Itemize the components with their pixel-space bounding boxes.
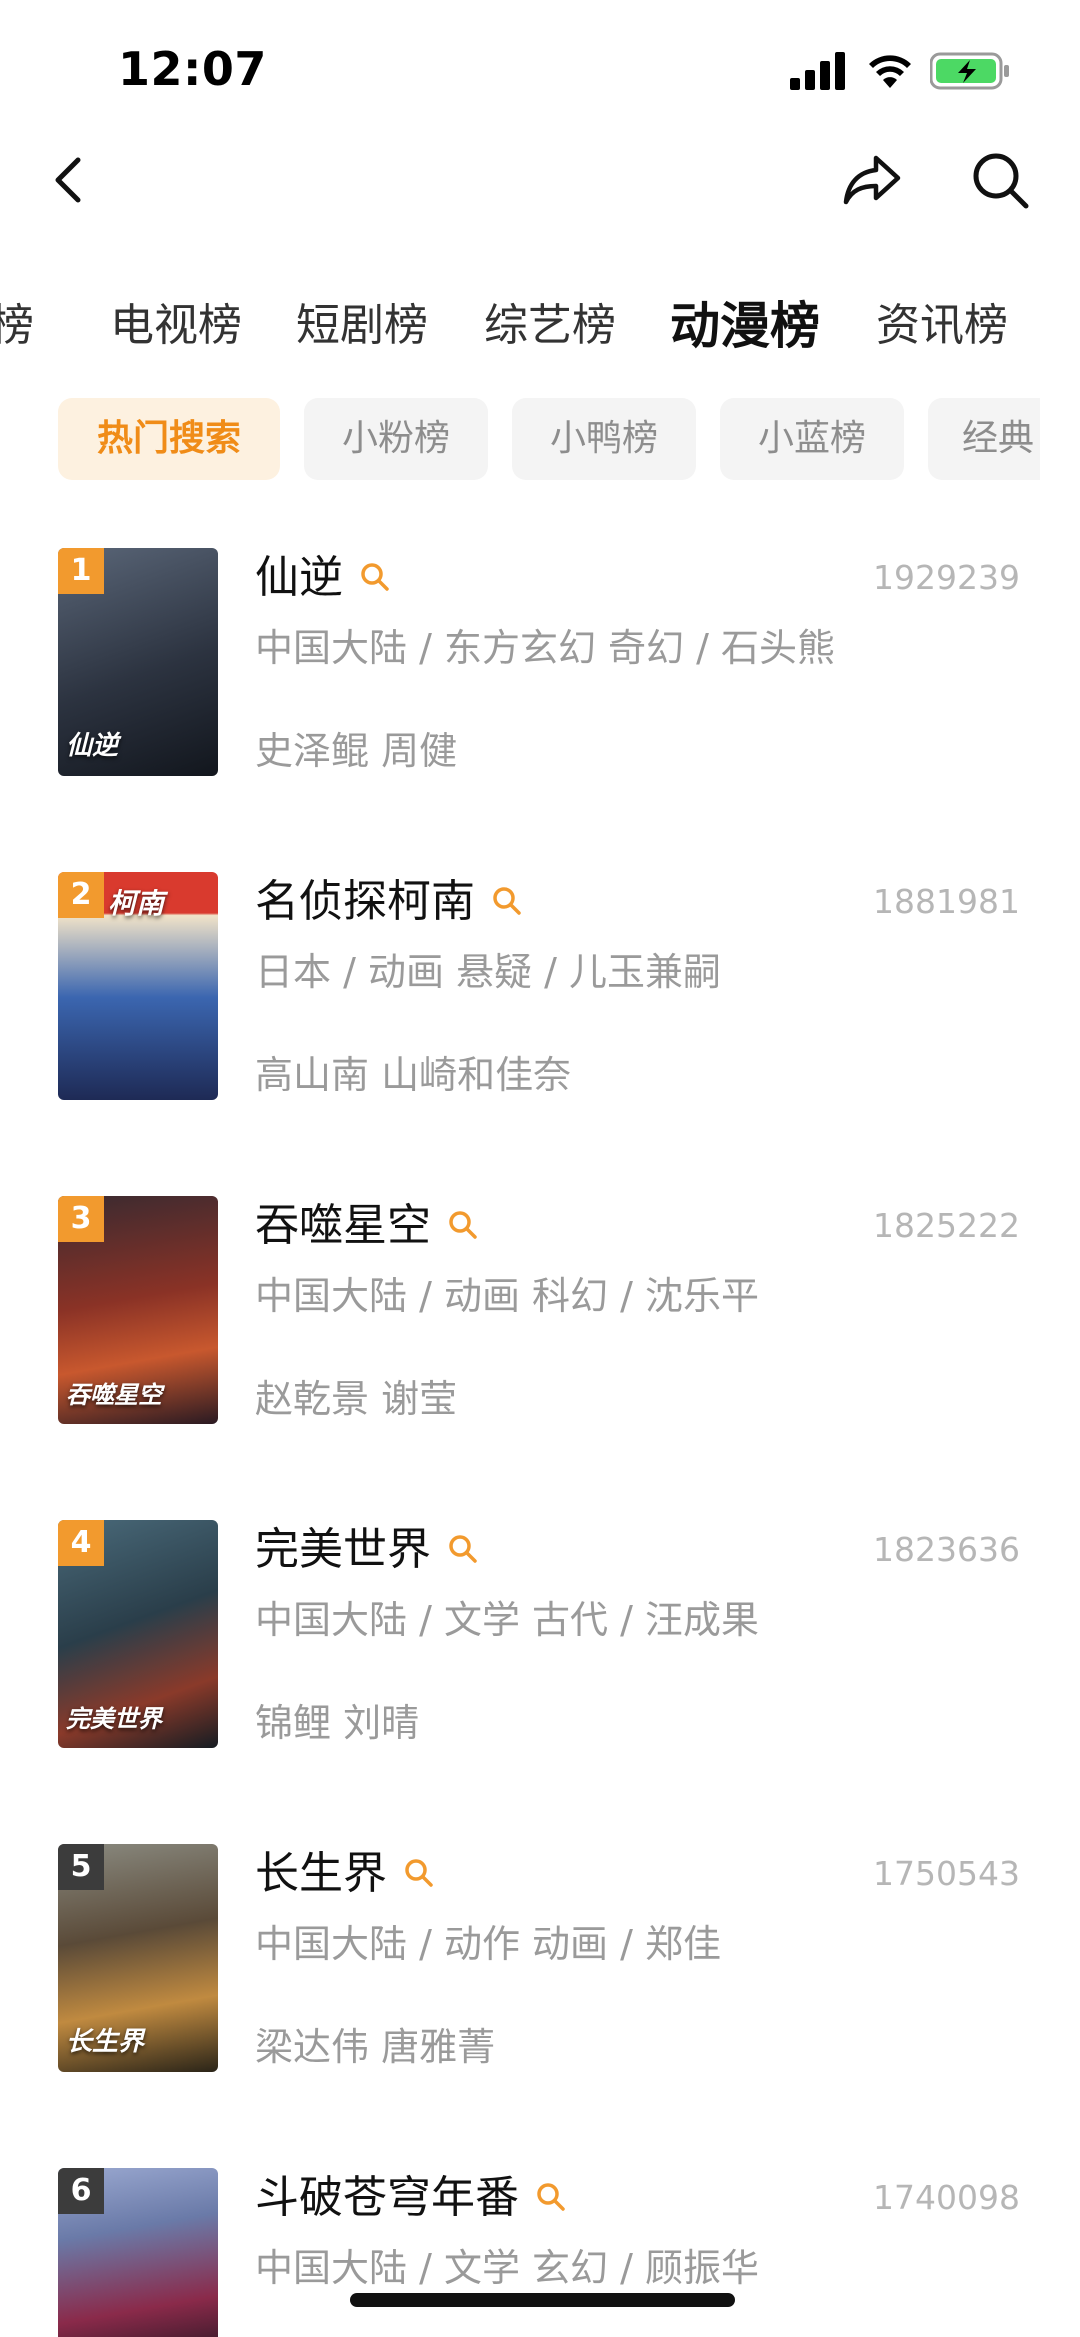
poster-title-text: 完美世界 [66, 1705, 162, 1733]
back-arrow-icon[interactable] [40, 150, 100, 210]
category-tabs: 榜 电视榜 短剧榜 综艺榜 动漫榜 资讯榜 [0, 286, 1080, 366]
home-indicator[interactable] [350, 2293, 735, 2307]
search-count: 1740098 [873, 2178, 1020, 2217]
list-item[interactable]: 长生界 5 长生界 1750543 中国大陆 / 动作 动画 / 郑佳 梁达伟 … [0, 1844, 1080, 2074]
search-icon[interactable] [491, 885, 523, 917]
battery-charging-icon [930, 52, 1009, 90]
share-icon[interactable] [838, 146, 906, 214]
poster-title-text: 柯南 [108, 887, 165, 920]
subtab-xiaofen[interactable]: 小粉榜 [304, 398, 488, 480]
item-title[interactable]: 仙逆 [255, 548, 391, 608]
item-meta: 中国大陆 / 动画 科幻 / 沈乐平 [255, 1274, 760, 1318]
rank-badge: 6 [58, 2168, 104, 2214]
status-bar: 12:07 [0, 0, 1080, 130]
search-icon[interactable] [447, 1533, 479, 1565]
search-count: 1823636 [873, 1530, 1020, 1569]
item-cast: 史泽鲲 周健 [255, 729, 458, 773]
item-title[interactable]: 长生界 [255, 1844, 435, 1904]
list-item[interactable]: 6 斗破苍穹年番 1740098 中国大陆 / 文学 玄幻 / 顾振华 [0, 2168, 1080, 2337]
title-text: 名侦探柯南 [255, 876, 475, 927]
item-cast: 赵乾景 谢莹 [255, 1377, 458, 1421]
subtab-hot-search[interactable]: 热门搜索 [58, 398, 280, 480]
search-icon[interactable] [447, 1209, 479, 1241]
tab-anime[interactable]: 动漫榜 [670, 286, 820, 366]
search-icon[interactable] [535, 2181, 567, 2213]
search-count: 1881981 [873, 882, 1020, 921]
item-title[interactable]: 斗破苍穹年番 [255, 2168, 567, 2228]
rank-badge: 1 [58, 548, 104, 594]
item-title[interactable]: 吞噬星空 [255, 1196, 479, 1256]
title-text: 斗破苍穹年番 [255, 2172, 519, 2223]
item-cast: 高山南 山崎和佳奈 [255, 1053, 572, 1097]
rank-badge: 3 [58, 1196, 104, 1242]
tab-news[interactable]: 资讯榜 [876, 286, 1008, 366]
search-count: 1929239 [873, 558, 1020, 597]
poster-image[interactable]: 完美世界 4 [58, 1520, 218, 1748]
search-icon[interactable] [359, 561, 391, 593]
item-meta: 日本 / 动画 悬疑 / 儿玉兼嗣 [255, 950, 722, 994]
search-icon[interactable] [403, 1857, 435, 1889]
poster-image[interactable]: 吞噬星空 3 [58, 1196, 218, 1424]
poster-title-text: 仙逆 [66, 731, 119, 761]
status-time: 12:07 [118, 42, 267, 96]
item-cast: 锦鲤 刘晴 [255, 1701, 420, 1745]
poster-image[interactable]: 6 [58, 2168, 218, 2337]
cellular-signal-icon [790, 52, 845, 90]
item-cast: 梁达伟 唐雅菁 [255, 2025, 496, 2069]
search-count: 1750543 [873, 1854, 1020, 1893]
title-text: 仙逆 [255, 552, 343, 603]
tab-variety[interactable]: 综艺榜 [484, 286, 616, 366]
search-icon[interactable] [966, 146, 1034, 214]
subtab-xiaolan[interactable]: 小蓝榜 [720, 398, 904, 480]
item-meta: 中国大陆 / 动作 动画 / 郑佳 [255, 1922, 722, 1966]
title-text: 长生界 [255, 1848, 387, 1899]
list-item[interactable]: 柯南 2 名侦探柯南 1881981 日本 / 动画 悬疑 / 儿玉兼嗣 高山南… [0, 872, 1080, 1102]
tab-tv[interactable]: 电视榜 [110, 286, 242, 366]
list-item[interactable]: 仙逆 1 仙逆 1929239 中国大陆 / 东方玄幻 奇幻 / 石头熊 史泽鲲… [0, 548, 1080, 778]
sub-tabs: 热门搜索 小粉榜 小鸭榜 小蓝榜 经典 [0, 398, 1040, 480]
item-meta: 中国大陆 / 文学 玄幻 / 顾振华 [255, 2246, 760, 2290]
poster-image[interactable]: 仙逆 1 [58, 548, 218, 776]
item-meta: 中国大陆 / 文学 古代 / 汪成果 [255, 1598, 760, 1642]
item-title[interactable]: 完美世界 [255, 1520, 479, 1580]
list-item[interactable]: 完美世界 4 完美世界 1823636 中国大陆 / 文学 古代 / 汪成果 锦… [0, 1520, 1080, 1750]
subtab-xiaoya[interactable]: 小鸭榜 [512, 398, 696, 480]
rank-badge: 4 [58, 1520, 104, 1566]
item-meta: 中国大陆 / 东方玄幻 奇幻 / 石头熊 [255, 626, 836, 670]
rank-badge: 5 [58, 1844, 104, 1890]
nav-bar [0, 140, 1080, 220]
wifi-icon [869, 55, 911, 88]
search-count: 1825222 [873, 1206, 1020, 1245]
item-title[interactable]: 名侦探柯南 [255, 872, 523, 932]
title-text: 完美世界 [255, 1524, 431, 1575]
tab-short-drama[interactable]: 短剧榜 [296, 286, 428, 366]
poster-title-text: 吞噬星空 [66, 1381, 162, 1409]
poster-title-text: 长生界 [66, 2027, 145, 2057]
title-text: 吞噬星空 [255, 1200, 431, 1251]
list-item[interactable]: 吞噬星空 3 吞噬星空 1825222 中国大陆 / 动画 科幻 / 沈乐平 赵… [0, 1196, 1080, 1426]
poster-image[interactable]: 柯南 2 [58, 872, 218, 1100]
screen: 12:07 榜 电视榜 短剧榜 综艺榜 动漫榜 资讯榜 热门搜索 小粉榜 小鸭榜… [0, 0, 1080, 2337]
rank-badge: 2 [58, 872, 104, 918]
subtab-classic[interactable]: 经典 [928, 398, 1040, 480]
tab-partial[interactable]: 榜 [0, 286, 34, 366]
poster-image[interactable]: 长生界 5 [58, 1844, 218, 2072]
